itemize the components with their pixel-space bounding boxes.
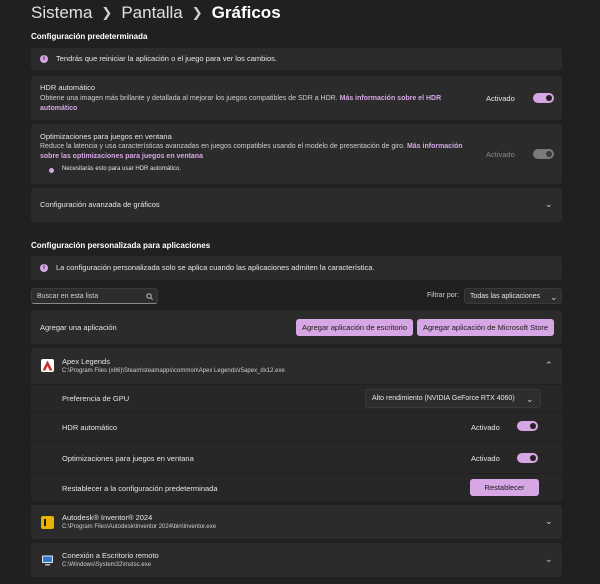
reset-button[interactable]: Restablecer <box>470 479 539 496</box>
restart-notice: i Tendrás que reiniciar la aplicación o … <box>31 48 562 70</box>
app-hdr-row: HDR automático Activado <box>31 412 562 441</box>
chevron-right-icon: ❯ <box>101 5 113 20</box>
autodesk-inventor-icon <box>41 516 54 529</box>
gpu-preference-label: Preferencia de GPU <box>62 394 130 403</box>
app-path: C:\Program Files (x86)\Steam\steamapps\c… <box>62 368 285 374</box>
add-store-app-button[interactable]: Agregar aplicación de Microsoft Store <box>417 319 554 336</box>
filter-label: Filtrar por: <box>427 292 459 299</box>
app-windowed-toggle[interactable] <box>517 453 538 463</box>
apex-legends-icon <box>41 359 54 372</box>
app-name: Autodesk® Inventor® 2024 <box>62 513 153 522</box>
chevron-down-icon: ⌄ <box>545 554 553 564</box>
filter-dropdown[interactable]: Todas las aplicaciones ⌄ <box>464 288 562 304</box>
page-title: Gráficos <box>211 3 281 22</box>
app-path: C:\Windows\System32\mstsc.exe <box>62 562 152 568</box>
app-hdr-label: HDR automático <box>62 423 118 432</box>
windowed-note: Necesitarás esto para usar HDR automátic… <box>62 166 182 172</box>
custom-notice-text: La configuración personalizada solo se a… <box>56 263 375 272</box>
windowed-status: Activado <box>486 150 515 159</box>
breadcrumb: Sistema ❯ Pantalla ❯ Gráficos <box>31 2 281 24</box>
custom-notice: i La configuración personalizada solo se… <box>31 256 562 280</box>
add-app-label: Agregar una aplicación <box>40 323 117 332</box>
hdr-setting: HDR automático Obtiene una imagen más br… <box>31 76 562 120</box>
hdr-title: HDR automático <box>40 83 96 92</box>
add-app-row: Agregar una aplicación Agregar aplicació… <box>31 310 562 344</box>
app-path: C:\Program Files\Autodesk\Inventor 2024\… <box>62 524 217 530</box>
gpu-preference-value: Alto rendimiento (NVIDIA GeForce RTX 406… <box>372 395 515 402</box>
chevron-right-icon: ❯ <box>191 5 203 20</box>
app-row-remote-desktop[interactable]: Conexión a Escritorio remoto C:\Windows\… <box>31 543 562 577</box>
info-icon: i <box>40 55 48 63</box>
app-name: Apex Legends <box>62 357 110 366</box>
windowed-title: Optimizaciones para juegos en ventana <box>40 132 172 141</box>
breadcrumb-sistema[interactable]: Sistema <box>31 3 92 23</box>
gpu-preference-dropdown[interactable]: Alto rendimiento (NVIDIA GeForce RTX 406… <box>365 389 541 408</box>
app-reset-label: Restablecer a la configuración predeterm… <box>62 484 218 493</box>
add-desktop-app-button[interactable]: Agregar aplicación de escritorio <box>296 319 413 336</box>
app-name: Conexión a Escritorio remoto <box>62 551 159 560</box>
app-windowed-row: Optimizaciones para juegos en ventana Ac… <box>31 442 562 473</box>
app-hdr-status: Activado <box>471 423 500 432</box>
hdr-toggle[interactable] <box>533 93 554 103</box>
search-placeholder: Buscar en esta lista <box>37 293 99 300</box>
info-icon: i <box>40 264 48 272</box>
filter-value: Todas las aplicaciones <box>470 293 541 300</box>
hdr-status: Activado <box>486 94 515 103</box>
app-windowed-label: Optimizaciones para juegos en ventana <box>62 454 194 463</box>
gpu-preference-row: Preferencia de GPU Alto rendimiento (NVI… <box>31 385 562 411</box>
hdr-description: Obtiene una imagen más brillante y detal… <box>40 95 442 112</box>
app-reset-row: Restablecer a la configuración predeterm… <box>31 474 562 501</box>
app-windowed-status: Activado <box>471 454 500 463</box>
section-title-custom: Configuración personalizada para aplicac… <box>31 241 211 250</box>
app-row-apex-legends[interactable]: Apex Legends C:\Program Files (x86)\Stea… <box>31 348 562 384</box>
restart-notice-text: Tendrás que reiniciar la aplicación o el… <box>56 54 277 63</box>
advanced-graphics-settings[interactable]: Configuración avanzada de gráficos ⌄ <box>31 188 562 222</box>
windowed-setting: Optimizaciones para juegos en ventana Re… <box>31 124 562 184</box>
chevron-up-icon: ⌃ <box>545 360 553 370</box>
app-row-autodesk-inventor[interactable]: Autodesk® Inventor® 2024 C:\Program File… <box>31 505 562 539</box>
search-icon <box>146 293 153 300</box>
section-title-default: Configuración predeterminada <box>31 32 148 41</box>
windowed-description: Reduce la latencia y usa características… <box>40 143 463 160</box>
breadcrumb-pantalla[interactable]: Pantalla <box>121 3 182 23</box>
chevron-down-icon: ⌄ <box>545 516 553 526</box>
chevron-down-icon: ⌄ <box>545 199 553 209</box>
app-hdr-toggle[interactable] <box>517 421 538 431</box>
advanced-title: Configuración avanzada de gráficos <box>40 200 160 209</box>
windowed-toggle <box>533 149 554 159</box>
chevron-down-icon: ⌄ <box>550 292 558 302</box>
chevron-down-icon: ⌄ <box>526 394 534 404</box>
info-dot-icon <box>49 168 54 173</box>
search-input[interactable]: Buscar en esta lista <box>31 288 158 304</box>
remote-desktop-icon <box>41 554 54 567</box>
